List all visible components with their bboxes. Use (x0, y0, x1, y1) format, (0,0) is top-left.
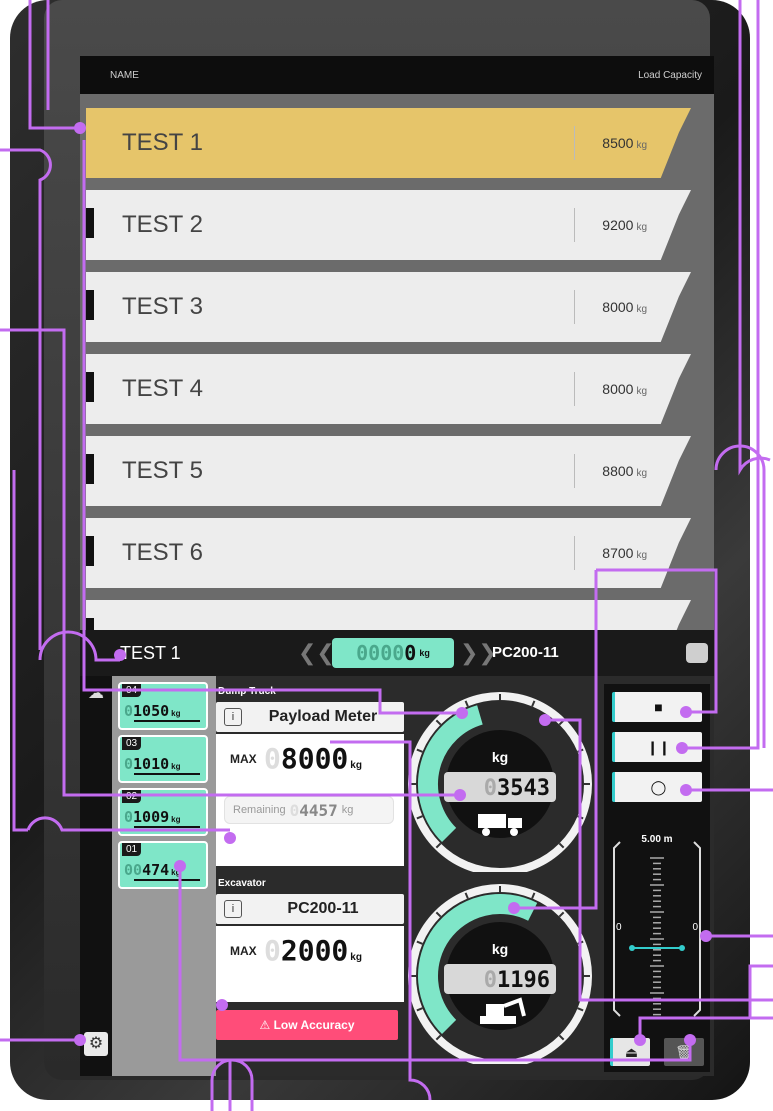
excavator-gauge: kg 01196 (408, 884, 592, 1064)
left-toolbar: ☁ ⚙ (80, 676, 112, 1076)
gauge-value: 03543 (484, 776, 550, 801)
panel-body: MAX 08000 kg Remaining 04457 kg (216, 734, 404, 866)
panel-header: i PC200-11 (216, 894, 404, 924)
settings-gear-icon[interactable]: ⚙ (84, 1032, 108, 1056)
stop-icon: ■ (654, 699, 663, 715)
chevron-left-icon: ❮❮ (298, 640, 335, 665)
load-index: 01 (122, 843, 142, 856)
control-column: ■ ❙❙ ◯ 5.00 m 0 0 ⏏ 🗑 (604, 684, 710, 1072)
list-item[interactable] (86, 600, 691, 630)
truck-name: TEST 1 (122, 129, 203, 156)
eject-icon: ⏏ (624, 1043, 639, 1060)
gauge-value: 01196 (484, 968, 550, 993)
truck-list: TEST 1 8500 kg TEST 2 9200 kg TEST 3 8000 k… (80, 94, 714, 630)
eject-button[interactable]: ⏏ (610, 1038, 650, 1066)
truck-capacity: 8700 kg (602, 545, 647, 561)
panel-body: MAX 02000 kg (216, 926, 404, 1002)
info-icon[interactable]: i (224, 708, 242, 726)
panel-title: Payload Meter (268, 708, 378, 725)
selected-truck-name: TEST 1 (120, 643, 181, 663)
column-name-header: NAME (110, 69, 139, 81)
truck-name: TEST 4 (122, 375, 203, 402)
load-record[interactable]: 01 00474 kg (118, 841, 208, 889)
right-zero-label: 0 (692, 922, 698, 933)
info-icon[interactable]: i (224, 900, 242, 918)
max-label: MAX (230, 944, 257, 958)
max-value: 02000 kg (264, 934, 362, 967)
max-value: 08000 kg (264, 742, 362, 775)
list-item[interactable]: TEST 2 9200 kg (86, 190, 691, 260)
list-item[interactable]: TEST 6 8700 kg (86, 518, 691, 588)
height-label: 5.00 m (641, 834, 673, 845)
list-header: NAME Load Capacity (80, 56, 714, 94)
gauge-reset-button[interactable]: ◯ (612, 772, 702, 802)
truck-capacity: 9200 kg (602, 217, 647, 233)
truck-capacity: 8000 kg (602, 381, 647, 397)
truck-capacity: 8500 kg (602, 135, 647, 151)
panel-title: PC200-11 (287, 900, 359, 917)
current-weight-display: 0000 0 kg (332, 638, 454, 668)
height-scale (613, 841, 701, 1017)
load-record[interactable]: 02 01009 kg (118, 788, 208, 836)
gauge-unit: kg (492, 749, 508, 765)
screen: NAME Load Capacity TEST 1 8500 kg TEST 2 … (80, 56, 714, 1076)
payload-gauge: kg 03543 (408, 692, 592, 872)
dump-truck-panel: Dump Truck i Payload Meter MAX 08000 kg R… (216, 684, 596, 872)
bucket-height-slider[interactable]: 5.00 m 0 0 (610, 830, 704, 1028)
status-end-cap (686, 643, 708, 663)
truck-name: TEST 5 (122, 457, 203, 484)
column-capacity-header: Load Capacity (638, 69, 702, 81)
load-record[interactable]: 03 01010 kg (118, 735, 208, 783)
load-record[interactable]: 04 01050 kg (118, 682, 208, 730)
truck-name: TEST 3 (122, 293, 203, 320)
cloud-sync-icon[interactable]: ☁ (84, 682, 108, 706)
panel-header: i Payload Meter (216, 702, 404, 732)
pause-button[interactable]: ❙❙ (612, 732, 702, 762)
load-value: 00474 kg (124, 861, 181, 879)
truck-capacity: 8000 kg (602, 299, 647, 315)
remaining-display: Remaining 04457 kg (224, 796, 394, 824)
delete-button[interactable]: 🗑 (664, 1038, 704, 1066)
list-item[interactable]: TEST 3 8000 kg (86, 272, 691, 342)
low-accuracy-warning: ⚠ Low Accuracy (216, 1010, 398, 1040)
stop-button[interactable]: ■ (612, 692, 702, 722)
warning-icon: ⚠ (259, 1018, 274, 1032)
pause-icon: ❙❙ (646, 738, 671, 755)
gauge-unit: kg (492, 941, 508, 957)
excavator-panel: Excavator i PC200-11 MAX 02000 kg ⚠ Low A… (216, 876, 596, 1064)
load-index: 03 (122, 737, 142, 750)
status-bar: TEST 1 ❮❮ 0000 0 kg ❯❯ PC200-11 (80, 630, 714, 676)
gauge-reset-icon: ◯ (650, 778, 667, 795)
left-zero-label: 0 (616, 922, 622, 933)
load-history: 04 01050 kg 03 01010 kg 02 01009 kg 01 0047… (112, 676, 216, 1076)
trash-icon: 🗑 (675, 1043, 693, 1060)
list-item[interactable]: TEST 4 8000 kg (86, 354, 691, 424)
load-value: 01050 kg (124, 702, 181, 720)
machine-name: PC200-11 (492, 644, 559, 661)
list-item[interactable]: TEST 5 8800 kg (86, 436, 691, 506)
load-index: 02 (122, 790, 142, 803)
dashboard: ☁ ⚙ 04 01050 kg 03 01010 kg 02 01009 kg 01 … (80, 676, 714, 1076)
list-item[interactable]: TEST 1 8500 kg (86, 108, 691, 178)
truck-name: TEST 2 (122, 211, 203, 238)
section-label: Excavator (216, 876, 404, 892)
truck-capacity: 8800 kg (602, 463, 647, 479)
max-label: MAX (230, 752, 257, 766)
section-label: Dump Truck (216, 684, 404, 700)
load-index: 04 (122, 684, 142, 697)
load-value: 01009 kg (124, 808, 181, 826)
load-value: 01010 kg (124, 755, 181, 773)
truck-name: TEST 6 (122, 539, 203, 566)
